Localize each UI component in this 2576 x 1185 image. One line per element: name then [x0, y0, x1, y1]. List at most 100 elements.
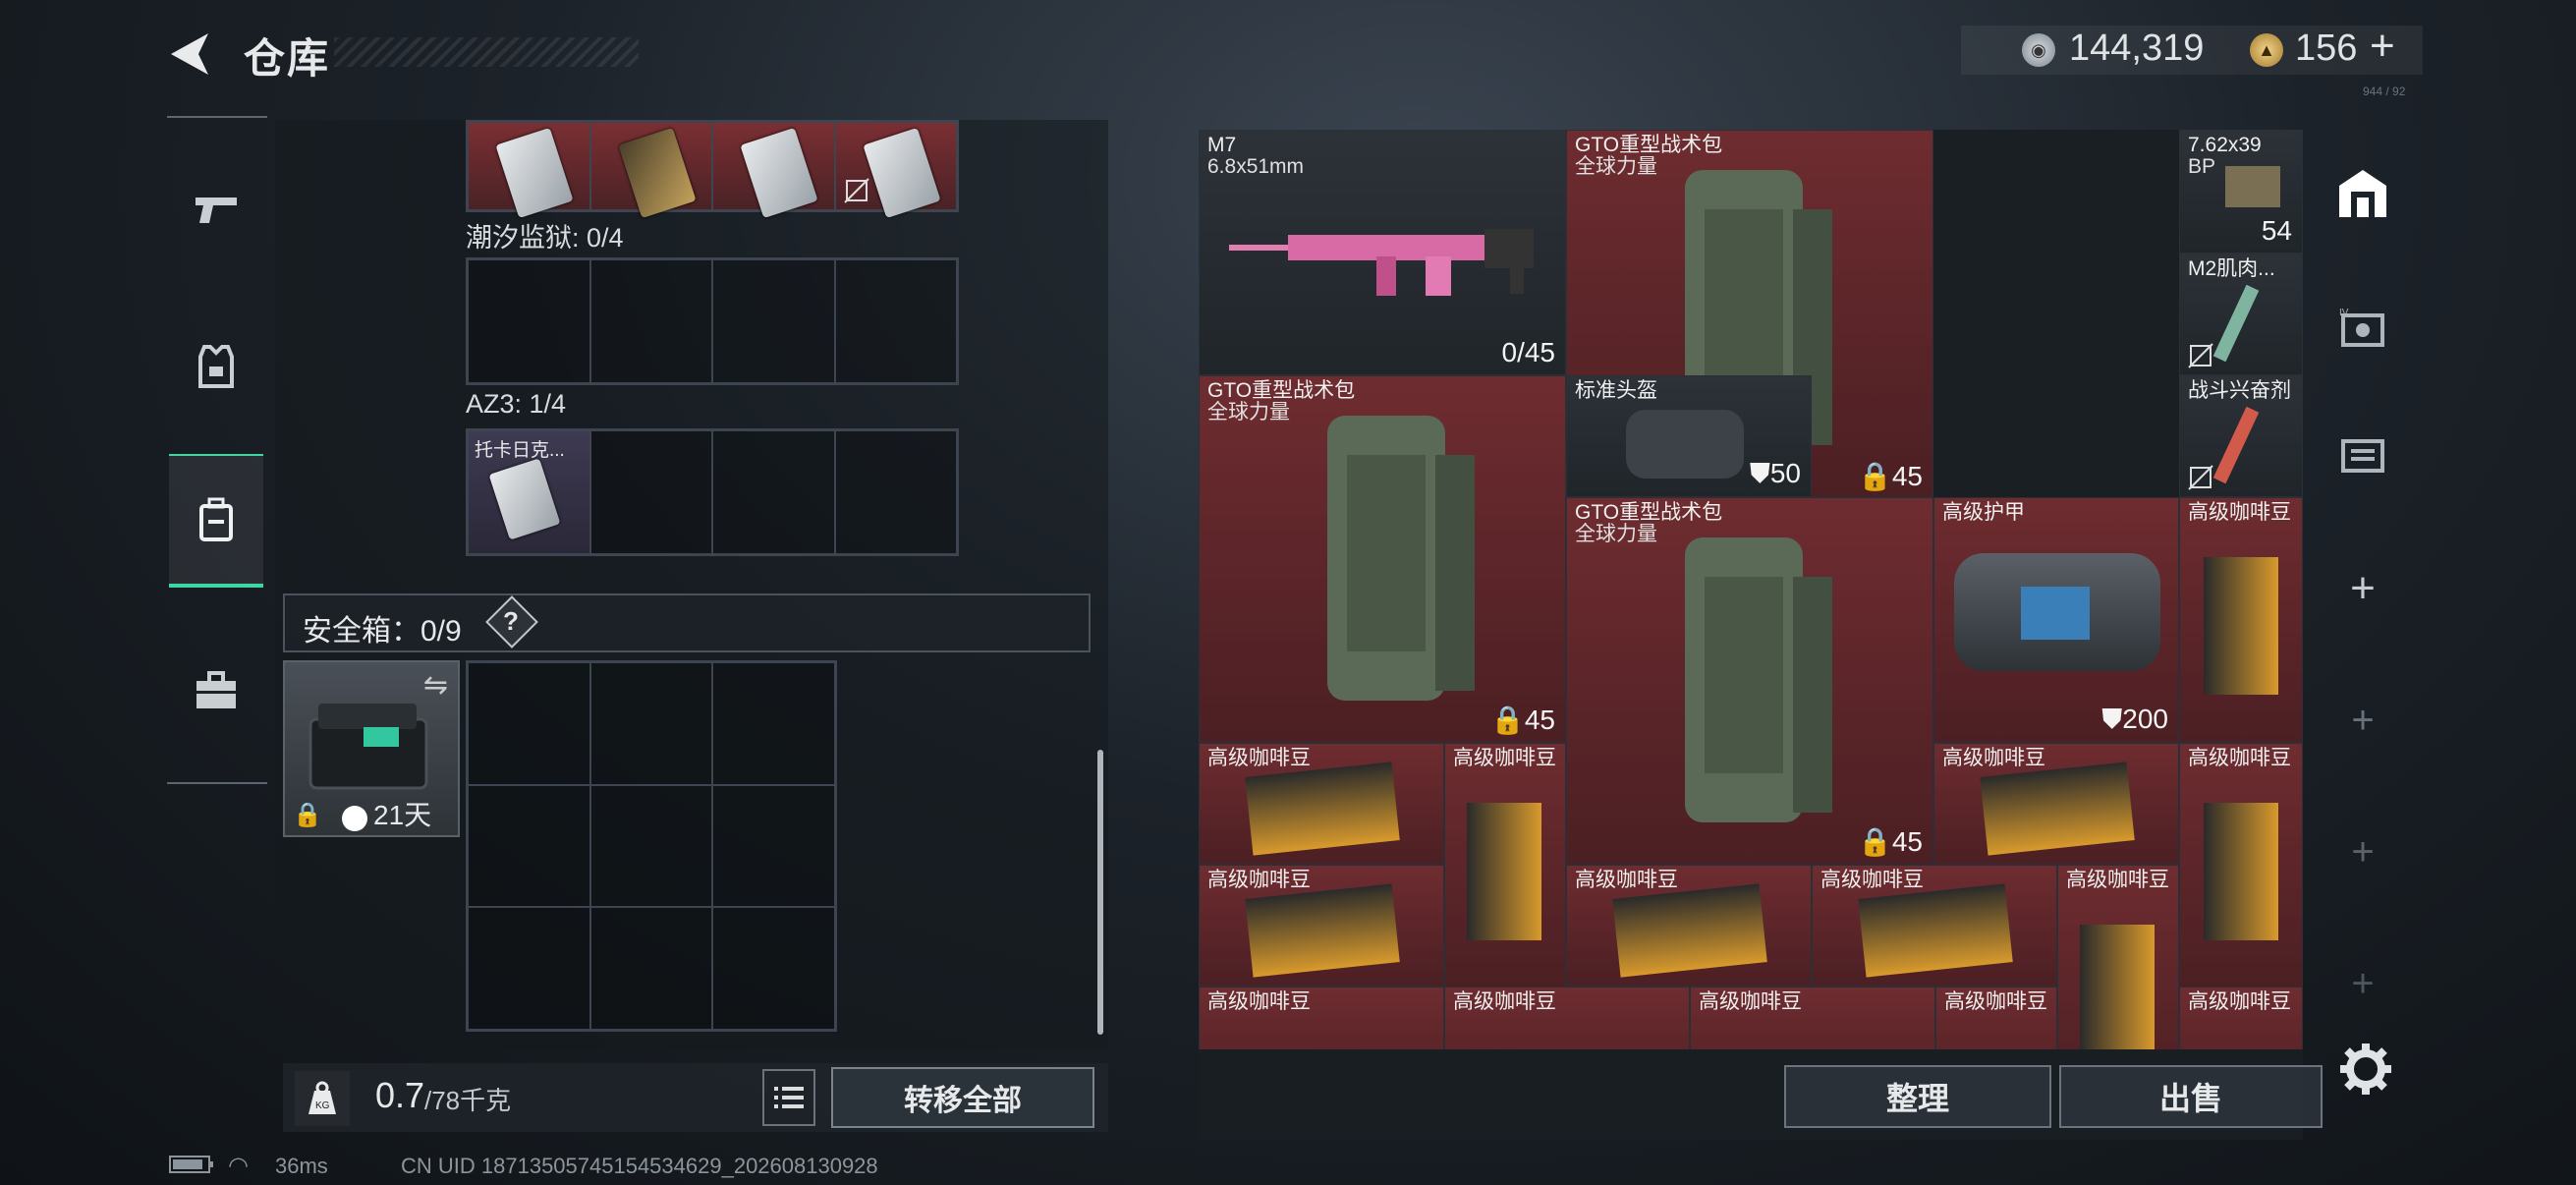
add-warehouse-button[interactable]: + [2330, 556, 2395, 621]
list-view-button[interactable] [762, 1069, 815, 1126]
wifi-icon: ◠ [228, 1153, 249, 1179]
gear-icon [2340, 1044, 2391, 1095]
armor-icon [198, 345, 234, 388]
page-title: 仓库 [244, 35, 331, 82]
silver-coin-icon: ◉ [2022, 33, 2055, 67]
sell-button[interactable]: 出售 [2059, 1065, 2323, 1128]
nav-briefcase[interactable] [169, 627, 263, 755]
slot-card[interactable] [468, 122, 590, 219]
scrollbar[interactable] [1097, 750, 1103, 1035]
empty-slot[interactable] [712, 907, 835, 1030]
add-currency-button[interactable]: + [2370, 22, 2395, 71]
warehouse-icon [2339, 170, 2386, 217]
keycard-icon [488, 458, 561, 540]
empty-slot[interactable] [589, 662, 713, 785]
item-coffee[interactable]: 高级咖啡豆 [2057, 865, 2179, 1049]
item-name: M2肌肉... [2188, 257, 2275, 280]
coffee-bag-icon [2204, 557, 2278, 695]
item-coffee[interactable]: 高级咖啡豆 [1566, 865, 1812, 987]
empty-slot[interactable] [468, 907, 590, 1030]
item-name: 高级咖啡豆 [2188, 747, 2291, 769]
settings-button[interactable] [2336, 1040, 2395, 1099]
swap-icon[interactable]: ⇋ [423, 668, 448, 703]
az3-grid: 托卡日克... [466, 428, 959, 556]
storage-icon [2341, 439, 2384, 473]
item-name: 战斗兴奋剂 [2188, 379, 2291, 402]
empty-slot[interactable] [589, 259, 712, 383]
empty-slot[interactable] [468, 784, 590, 908]
item-coffee[interactable]: 高级咖啡豆 [1199, 987, 1444, 1049]
empty-slot[interactable] [589, 784, 713, 908]
back-button[interactable] [165, 28, 218, 81]
item-gto-bag[interactable]: GTO重型战术包 全球力量 🔒45 [1199, 375, 1566, 743]
item-m2[interactable]: M2肌肉... [2179, 254, 2303, 375]
clock-icon [342, 806, 367, 831]
item-coffee[interactable]: 高级咖啡豆 [1935, 987, 2057, 1049]
item-coffee[interactable]: 高级咖啡豆 [1199, 743, 1444, 865]
item-ammo[interactable]: 7.62x39 BP 54 [2179, 130, 2303, 254]
item-capacity: 🔒45 [1857, 461, 1923, 491]
no-insure-icon [2188, 465, 2213, 490]
slot-card[interactable] [589, 122, 712, 219]
rifle-icon [1229, 229, 1534, 296]
coffee-bag-icon [2080, 925, 2155, 1049]
battery-icon [169, 1154, 214, 1181]
item-m7[interactable]: M7 6.8x51mm 0/45 [1199, 130, 1566, 375]
safebox-timer: 21天 [373, 800, 432, 830]
empty-slot[interactable] [468, 662, 590, 785]
nav-weapon[interactable] [169, 145, 263, 273]
empty-slot[interactable] [712, 662, 835, 785]
item-sub: 全球力量 [1575, 155, 1657, 178]
tab-warehouse-5[interactable] [2330, 423, 2395, 487]
tab-warehouse-4[interactable]: IV [2330, 297, 2395, 362]
slot-az3-item[interactable]: 托卡日克... [468, 430, 590, 554]
title-decoration [334, 37, 639, 67]
no-insure-icon [2188, 343, 2213, 368]
syringe-icon [2212, 284, 2260, 363]
nav-armor[interactable] [169, 303, 263, 430]
weight-value: 0.7 [375, 1075, 425, 1115]
empty-slot[interactable] [589, 907, 713, 1030]
empty-slot[interactable] [834, 259, 957, 383]
item-coffee[interactable]: 高级咖啡豆 [1444, 743, 1566, 988]
ammo-box-icon [2225, 166, 2280, 207]
item-coffee[interactable]: 高级咖啡豆 [2179, 497, 2303, 743]
nav-backpack[interactable] [169, 454, 263, 588]
add-warehouse-button[interactable]: + [2330, 951, 2395, 1016]
section-label-az3: AZ3: 1/4 [466, 389, 567, 419]
item-coffee[interactable]: 高级咖啡豆 [1444, 987, 1690, 1049]
item-coffee[interactable]: 高级咖啡豆 [1933, 743, 2179, 865]
tab-warehouse-main[interactable] [2330, 161, 2395, 226]
empty-slot[interactable] [834, 430, 957, 554]
item-coffee[interactable]: 高级咖啡豆 [2179, 987, 2303, 1049]
empty-slot[interactable] [712, 784, 835, 908]
add-warehouse-button[interactable]: + [2330, 819, 2395, 884]
keycard-icon [740, 127, 818, 219]
item-sub: 全球力量 [1207, 401, 1290, 423]
empty-slot[interactable] [589, 430, 712, 554]
item-helmet[interactable]: 标准头盔 ⛊50 [1566, 375, 1812, 497]
add-warehouse-button[interactable]: + [2330, 688, 2395, 753]
section-label-tide-prison: 潮汐监狱: 0/4 [466, 223, 624, 253]
empty-slot[interactable] [712, 259, 835, 383]
item-armor[interactable]: 高级护甲 ⛊200 [1933, 497, 2179, 743]
item-capacity: 🔒45 [1857, 826, 1923, 857]
item-coffee[interactable]: 高级咖啡豆 [1199, 865, 1444, 987]
coffee-bag-icon [1980, 762, 2135, 856]
slot-card[interactable] [712, 122, 835, 219]
item-stim[interactable]: 战斗兴奋剂 [2179, 375, 2303, 497]
item-ammo-count: 0/45 [1501, 337, 1556, 367]
help-icon: ? [503, 606, 519, 636]
item-coffee[interactable]: 高级咖啡豆 [1690, 987, 1935, 1049]
item-coffee[interactable]: 高级咖啡豆 [2179, 743, 2303, 988]
ping-value: 36ms [275, 1154, 328, 1178]
safebox-item[interactable]: ⇋ 🔒 21天 [283, 660, 460, 837]
item-coffee[interactable]: 高级咖啡豆 [1812, 865, 2057, 987]
empty-slot[interactable] [468, 259, 590, 383]
item-gto-bag[interactable]: GTO重型战术包 全球力量 🔒45 [1566, 497, 1933, 865]
warehouse-grid: M7 6.8x51mm 0/45 GTO重型战术包 全球力量 🔒45 7.62x… [1199, 130, 2303, 1049]
sort-button[interactable]: 整理 [1784, 1065, 2051, 1128]
empty-slot[interactable] [712, 430, 835, 554]
transfer-all-button[interactable]: 转移全部 [831, 1067, 1094, 1128]
slot-card[interactable] [834, 122, 957, 219]
